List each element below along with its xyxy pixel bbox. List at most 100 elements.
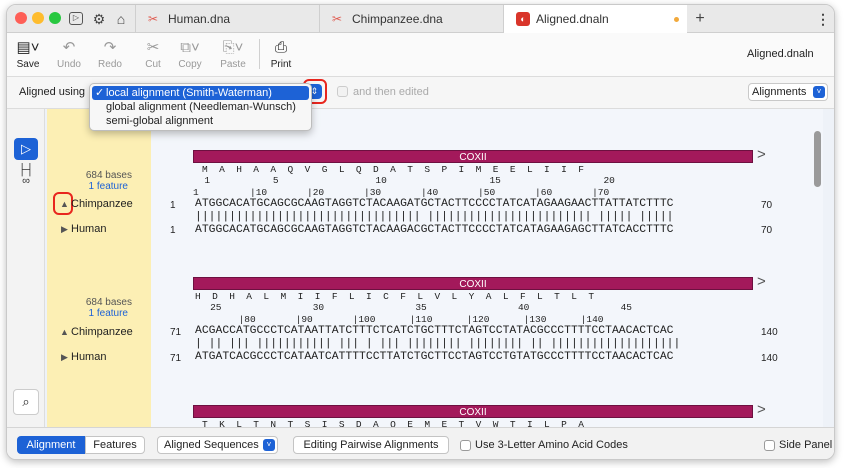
tab-label: Aligned.dnaln xyxy=(536,12,609,26)
print-button[interactable]: ⎙ Print xyxy=(264,37,298,70)
tab-bar: ▷ ⚙ ⌂ ✂ Human.dna ✂ Chimpanzee.dna ◐ Ali… xyxy=(7,5,834,34)
feature-count-link[interactable]: 1 feature xyxy=(89,308,128,319)
feature-count-link[interactable]: 1 feature xyxy=(89,181,128,192)
more-menu-icon[interactable]: ⋮ xyxy=(815,11,831,27)
sequence-name[interactable]: Human xyxy=(71,223,106,235)
tab-features[interactable]: Features xyxy=(85,436,145,454)
toolbar: ▤˅ Save ↶ Undo ↷ Redo ✂ Cut ⧉˅ Copy ⎘˅ Paste ⎙… xyxy=(7,33,834,77)
tab-label: Human.dna xyxy=(168,12,231,26)
sequence-row[interactable]: ACGACCATGCCCTCATAATTATCTTTCTCATCTGCTTTCT… xyxy=(195,325,674,337)
amino-acid-row: M A H A A Q V G L Q D A T S P I M E E L … xyxy=(202,164,584,175)
aligned-using-label: Aligned using xyxy=(19,86,86,98)
cut-button[interactable]: ✂ Cut xyxy=(136,37,170,70)
disclosure-triangle-collapsed-icon[interactable]: ▶ xyxy=(61,224,68,235)
sequence-name[interactable]: Chimpanzee xyxy=(71,326,133,338)
editing-pairwise-alignments-button[interactable]: Editing Pairwise Alignments xyxy=(293,436,449,454)
end-position: 140 xyxy=(761,353,778,364)
menu-item-semi-global-alignment[interactable]: semi-global alignment xyxy=(92,114,309,128)
amino-acid-numbers: 25 30 35 40 45 xyxy=(193,302,632,313)
sequence-display-select[interactable]: Aligned Sequences ˅ xyxy=(157,436,278,454)
app-window: ▷ ⚙ ⌂ ✂ Human.dna ✂ Chimpanzee.dna ◐ Ali… xyxy=(6,4,835,460)
start-position: 1 xyxy=(170,200,176,211)
highlight-disclosure xyxy=(53,192,73,215)
paste-icon: ⎘˅ xyxy=(222,39,244,56)
tab-human[interactable]: ✂ Human.dna xyxy=(135,5,319,33)
minimize-window-button[interactable] xyxy=(32,12,44,24)
sequence-area: 1 1 COXII > M A H A A Q V G L Q D A T S … xyxy=(151,109,823,430)
sequence-row[interactable]: ATGATCACGCCCTCATAATCATTTTCCTTATCTGCTTCCT… xyxy=(195,351,674,363)
close-window-button[interactable] xyxy=(15,12,27,24)
alignment-file-icon: ◐ xyxy=(516,12,530,26)
redo-button[interactable]: ↷ Redo xyxy=(93,37,127,70)
save-button[interactable]: ▤˅ Save xyxy=(11,37,45,70)
start-position: 71 xyxy=(170,353,182,364)
tab-label: Chimpanzee.dna xyxy=(352,12,443,26)
menu-item-local-alignment[interactable]: ✓ local alignment (Smith-Waterman) xyxy=(92,86,309,100)
feature-arrow-icon: > xyxy=(757,273,766,290)
tool-strip: ▷ ├┤ ∞ ⌕ xyxy=(7,109,45,427)
undo-button[interactable]: ↶ Undo xyxy=(52,37,86,70)
amino-acid-numbers: 1 5 10 15 20 xyxy=(193,175,615,186)
copy-button[interactable]: ⧉˅ Copy xyxy=(173,37,207,70)
vertical-scrollbar[interactable] xyxy=(814,131,821,187)
new-tab-icon[interactable]: + xyxy=(692,11,708,27)
side-panel-checkbox[interactable] xyxy=(764,440,775,451)
sequence-name-column: 684 bases 1 feature ▲ Chimpanzee ▶ Human… xyxy=(47,109,151,427)
gear-icon[interactable]: ⚙ xyxy=(91,11,107,27)
position-ruler: 1 |10 |20 |30 |40 |50 |60 |70 xyxy=(193,187,610,198)
save-icon: ▤˅ xyxy=(16,39,40,56)
checkmark-icon: ✓ xyxy=(95,87,105,99)
feature-bar-coxii[interactable]: COXII xyxy=(193,405,753,418)
match-row: ||||||||||||||||||||||||||||||||| ||||||… xyxy=(195,211,674,223)
sidebar-toggle-icon[interactable]: ▷ xyxy=(69,12,83,25)
unsaved-dot-icon xyxy=(674,17,679,22)
chevron-down-icon: ˅ xyxy=(813,86,825,98)
tab-aligned[interactable]: ◐ Aligned.dnaln xyxy=(503,5,687,34)
feature-bar-coxii[interactable]: COXII xyxy=(193,150,753,163)
algorithm-dropdown-menu: ✓ local alignment (Smith-Waterman) globa… xyxy=(89,83,312,131)
feature-arrow-icon: > xyxy=(757,146,766,163)
sequence-row[interactable]: ATGGCACATGCAGCGCAAGTAGGTCTACAAGACGCTACTT… xyxy=(195,224,674,236)
tab-chimpanzee[interactable]: ✂ Chimpanzee.dna xyxy=(319,5,503,33)
dna-file-icon: ✂ xyxy=(332,12,343,26)
end-position: 70 xyxy=(761,225,773,236)
side-panel-label: Side Panel xyxy=(779,439,833,451)
toolbar-divider xyxy=(259,39,260,69)
three-letter-codes-checkbox[interactable] xyxy=(460,440,471,451)
then-edited-checkbox[interactable] xyxy=(337,86,348,97)
disclosure-triangle-collapsed-icon[interactable]: ▶ xyxy=(61,352,68,363)
then-edited-label: and then edited xyxy=(353,86,429,98)
alignment-view: ▷ ├┤ ∞ ⌕ 684 bases 1 feature ▲ Chimpanzee… xyxy=(7,109,834,430)
zoom-window-button[interactable] xyxy=(49,12,61,24)
position-ruler: |80 |90 |100 |110 |120 |130 |140 xyxy=(193,314,604,325)
tab-alignment[interactable]: Alignment xyxy=(17,436,85,454)
menu-item-global-alignment[interactable]: global alignment (Needleman-Wunsch) xyxy=(92,100,309,114)
end-position: 140 xyxy=(761,327,778,338)
start-position: 1 xyxy=(170,225,176,236)
three-letter-codes-label: Use 3-Letter Amino Acid Codes xyxy=(475,439,628,451)
redo-icon: ↷ xyxy=(103,39,117,56)
scissors-icon: ✂ xyxy=(146,39,160,56)
sequence-name[interactable]: Chimpanzee xyxy=(71,198,133,210)
printer-icon: ⎙ xyxy=(274,39,287,56)
disclosure-triangle-expanded-icon[interactable]: ▲ xyxy=(60,327,69,337)
amino-acid-row: H D H A L M I I F L I C F L V L Y A L F … xyxy=(195,291,595,302)
base-count: 684 bases xyxy=(85,297,132,308)
copy-icon: ⧉˅ xyxy=(180,39,200,56)
sequence-row[interactable]: ATGGCACATGCAGCGCAAGTAGGTCTACAAGATGCTACTT… xyxy=(195,198,674,210)
zoom-fit-icon[interactable]: ├┤ ∞ xyxy=(13,165,39,187)
bottom-bar: Alignment Features Aligned Sequences ˅ E… xyxy=(7,427,834,459)
match-row: | || ||| ||||||||||| ||| | ||| |||||||| … xyxy=(195,338,681,350)
search-button[interactable]: ⌕ xyxy=(13,389,39,415)
feature-bar-coxii[interactable]: COXII xyxy=(193,277,753,290)
home-icon[interactable]: ⌂ xyxy=(113,11,129,27)
base-count: 684 bases xyxy=(85,170,132,181)
paste-button[interactable]: ⎘˅ Paste xyxy=(216,37,250,70)
feature-arrow-icon: > xyxy=(757,401,766,418)
chevron-down-icon: ˅ xyxy=(263,439,275,451)
dna-file-icon: ✂ xyxy=(148,12,159,26)
sequence-name[interactable]: Human xyxy=(71,351,106,363)
view-select[interactable]: Alignments ˅ xyxy=(748,83,828,101)
selection-tool-button[interactable]: ▷ xyxy=(14,138,38,160)
undo-icon: ↶ xyxy=(62,39,76,56)
